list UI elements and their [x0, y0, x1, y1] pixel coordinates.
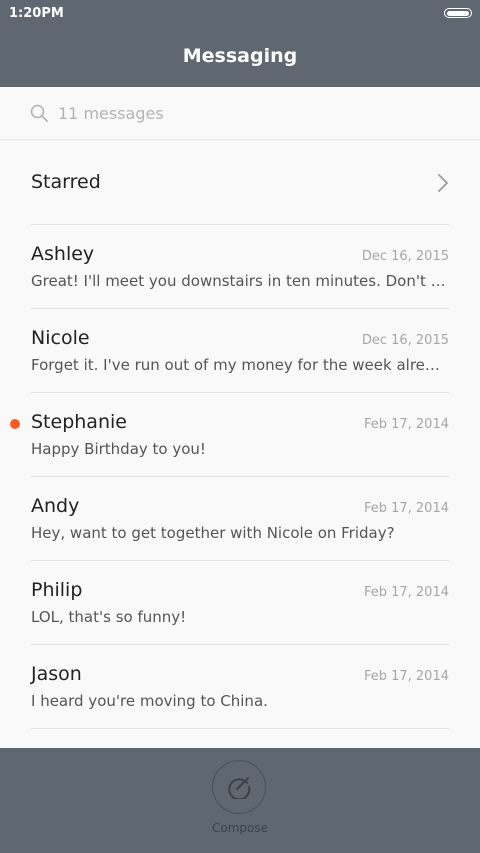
message-date: Dec 16, 2015: [361, 333, 449, 348]
page-title: Messaging: [182, 45, 298, 67]
conversation-row[interactable]: Ashley Dec 16, 2015 Great! I'll meet you…: [0, 224, 480, 308]
message-preview: Hey, want to get together with Nicole on…: [31, 524, 395, 542]
message-preview: Forget it. I've run out of my money for …: [31, 356, 449, 374]
conversation-row[interactable]: Nicole Dec 16, 2015 Forget it. I've run …: [0, 308, 480, 392]
conversation-row[interactable]: Andy Feb 17, 2014 Hey, want to get toget…: [0, 476, 480, 560]
contact-name: Philip: [31, 579, 83, 601]
message-preview: I heard you're moving to China.: [31, 692, 268, 710]
compose-button[interactable]: [212, 760, 266, 814]
starred-label: Starred: [31, 171, 101, 193]
contact-name: Jason: [31, 663, 82, 685]
chevron-right-icon: [438, 174, 448, 192]
status-bar: 1:20PM: [0, 0, 480, 28]
contact-name: Stephanie: [31, 411, 127, 433]
contact-name: Andy: [31, 495, 80, 517]
message-preview: Great! I'll meet you downstairs in ten m…: [31, 272, 449, 290]
message-date: Dec 16, 2015: [361, 249, 449, 264]
unread-indicator: [10, 419, 20, 429]
divider: [31, 728, 449, 729]
bottom-bar: Compose: [0, 748, 480, 853]
message-date: Feb 17, 2014: [363, 585, 449, 600]
compose-icon: [228, 777, 251, 799]
conversation-row[interactable]: Jason Feb 17, 2014 I heard you're moving…: [0, 644, 480, 728]
contact-name: Nicole: [31, 327, 90, 349]
conversation-row[interactable]: Stephanie Feb 17, 2014 Happy Birthday to…: [0, 392, 480, 476]
app-header: Messaging: [0, 28, 480, 87]
compose-label: Compose: [211, 821, 268, 835]
message-date: Feb 17, 2014: [363, 669, 449, 684]
search-bar[interactable]: 11 messages: [0, 87, 480, 140]
contact-name: Ashley: [31, 243, 95, 265]
search-icon: [30, 104, 48, 122]
message-preview: Happy Birthday to you!: [31, 440, 206, 458]
message-date: Feb 17, 2014: [363, 417, 449, 432]
message-preview: LOL, that's so funny!: [31, 608, 187, 626]
conversation-row[interactable]: Philip Feb 17, 2014 LOL, that's so funny…: [0, 560, 480, 644]
battery-icon: [444, 8, 472, 18]
status-time: 1:20PM: [9, 6, 64, 21]
message-date: Feb 17, 2014: [363, 501, 449, 516]
search-placeholder[interactable]: 11 messages: [58, 104, 164, 123]
starred-row[interactable]: Starred: [0, 140, 480, 224]
